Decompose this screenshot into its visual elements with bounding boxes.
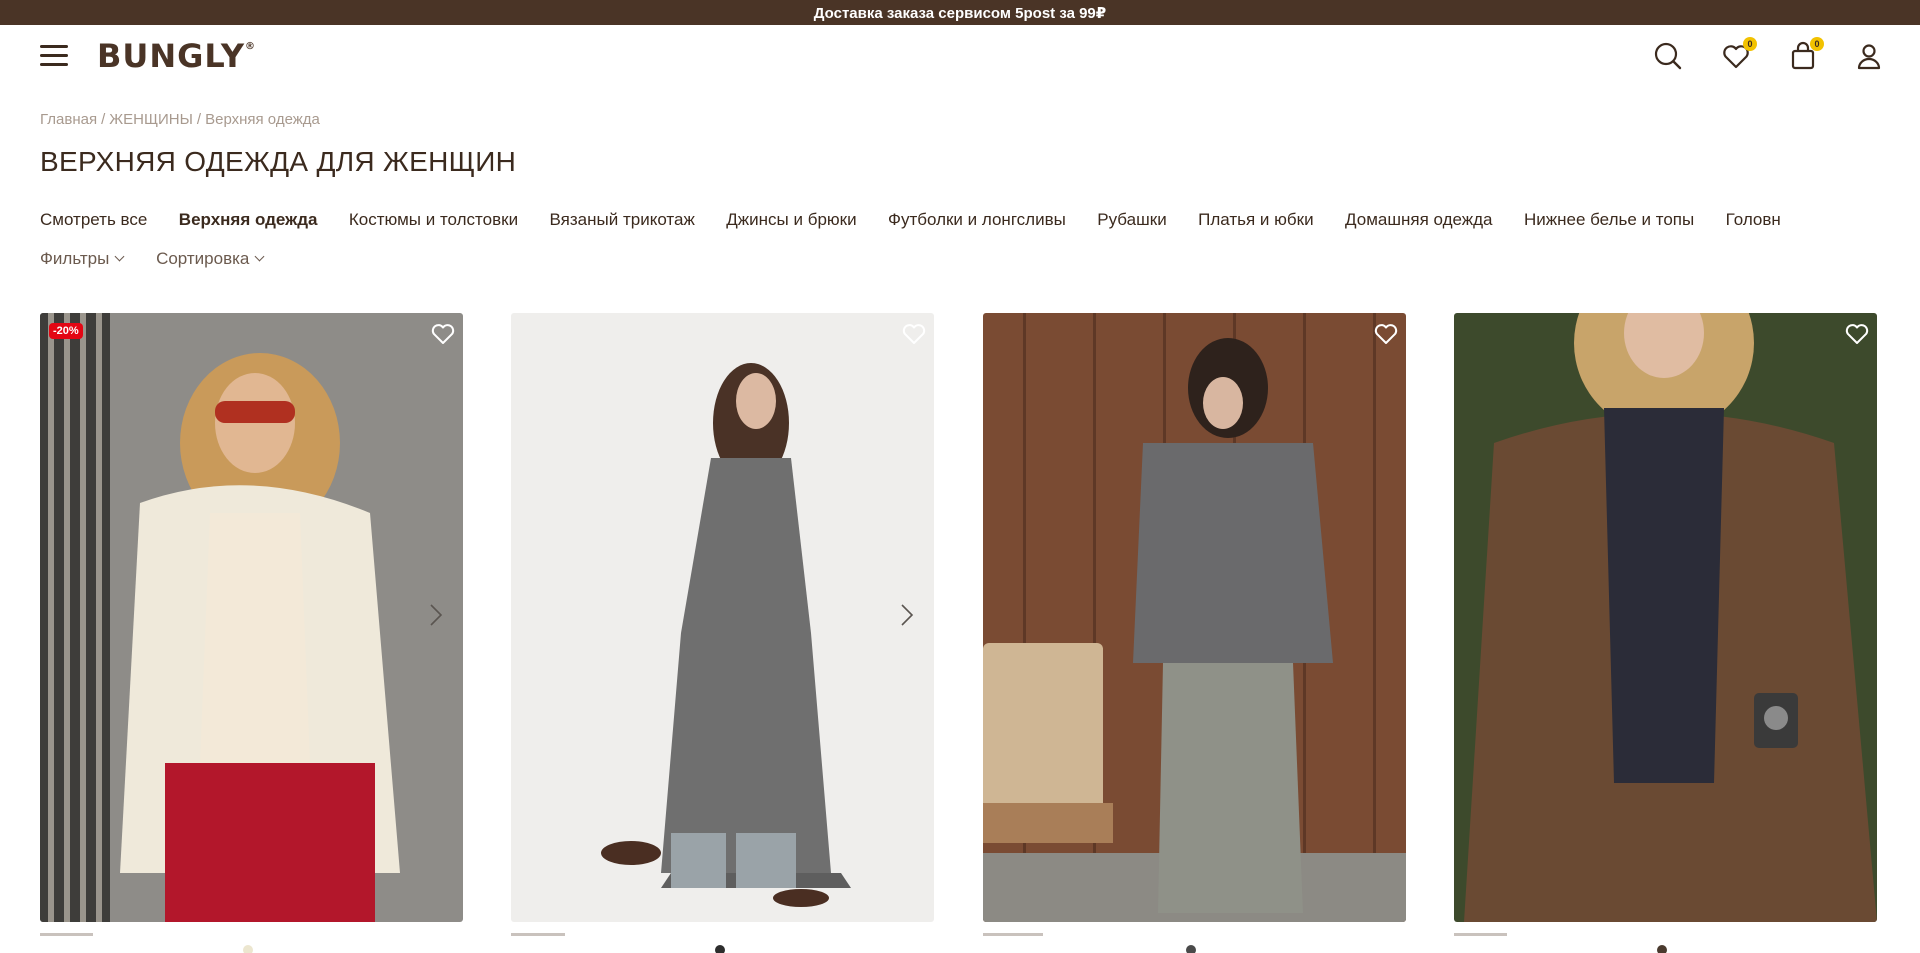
color-swatch[interactable]	[715, 945, 725, 953]
product-image	[40, 313, 463, 922]
image-slider-indicator	[40, 933, 93, 936]
category-knitwear[interactable]: Вязаный трикотаж	[550, 210, 695, 230]
site-header: BUNGLY® 0 0	[0, 25, 1920, 87]
product-card[interactable]	[1454, 313, 1877, 922]
image-slider-indicator	[1454, 933, 1507, 936]
image-slider-indicator	[983, 933, 1043, 936]
category-underwear[interactable]: Нижнее белье и топы	[1524, 210, 1694, 230]
heart-icon[interactable]	[1845, 323, 1869, 345]
category-homewear[interactable]: Домашняя одежда	[1345, 210, 1492, 230]
product-card[interactable]	[983, 313, 1406, 922]
category-nav: Смотреть все Верхняя одежда Костюмы и то…	[40, 210, 1880, 236]
heart-icon[interactable]	[1374, 323, 1398, 345]
sort-dropdown[interactable]: Сортировка	[156, 249, 265, 269]
menu-icon[interactable]	[40, 45, 68, 67]
heart-icon[interactable]	[902, 323, 926, 345]
category-headwear[interactable]: Головн	[1726, 210, 1781, 230]
cart-button[interactable]: 0	[1788, 37, 1824, 71]
color-swatch[interactable]	[243, 945, 253, 953]
category-dresses-skirts[interactable]: Платья и юбки	[1198, 210, 1313, 230]
wishlist-count-badge: 0	[1743, 37, 1757, 51]
product-image	[983, 313, 1406, 922]
category-shirts[interactable]: Рубашки	[1097, 210, 1166, 230]
chevron-right-icon[interactable]	[429, 603, 443, 627]
category-suits-hoodies[interactable]: Костюмы и толстовки	[349, 210, 518, 230]
discount-badge: -20%	[49, 323, 83, 339]
breadcrumb-women[interactable]: ЖЕНЩИНЫ	[109, 111, 193, 128]
list-controls: Фильтры Сортировка	[40, 249, 291, 269]
product-image	[1454, 313, 1877, 922]
search-icon[interactable]	[1653, 41, 1683, 71]
breadcrumb-home[interactable]: Главная	[40, 111, 97, 128]
color-swatch[interactable]	[1657, 945, 1667, 953]
heart-icon[interactable]	[431, 323, 455, 345]
chevron-down-icon	[254, 251, 265, 261]
product-card[interactable]	[511, 313, 934, 922]
color-swatch[interactable]	[1186, 945, 1196, 953]
category-tshirts[interactable]: Футболки и лонгсливы	[888, 210, 1066, 230]
logo[interactable]: BUNGLY®	[97, 37, 256, 75]
breadcrumb-current: Верхняя одежда	[205, 111, 320, 128]
category-jeans-pants[interactable]: Джинсы и брюки	[726, 210, 856, 230]
chevron-right-icon[interactable]	[900, 603, 914, 627]
category-all[interactable]: Смотреть все	[40, 210, 147, 230]
user-icon[interactable]	[1854, 41, 1884, 71]
image-slider-indicator	[511, 933, 565, 936]
filters-dropdown[interactable]: Фильтры	[40, 249, 125, 269]
chevron-down-icon	[114, 251, 125, 261]
category-outerwear[interactable]: Верхняя одежда	[179, 210, 318, 230]
product-image	[511, 313, 934, 922]
cart-count-badge: 0	[1810, 37, 1824, 51]
product-card[interactable]: -20%	[40, 313, 463, 922]
page-title: ВЕРХНЯЯ ОДЕЖДА ДЛЯ ЖЕНЩИН	[40, 146, 517, 177]
promo-bar: Доставка заказа сервисом 5post за 99₽	[0, 0, 1920, 25]
wishlist-button[interactable]: 0	[1721, 37, 1757, 71]
promo-text: Доставка заказа сервисом 5post за 99₽	[813, 4, 1107, 22]
breadcrumb: Главная / ЖЕНЩИНЫ / Верхняя одежда	[40, 111, 320, 128]
